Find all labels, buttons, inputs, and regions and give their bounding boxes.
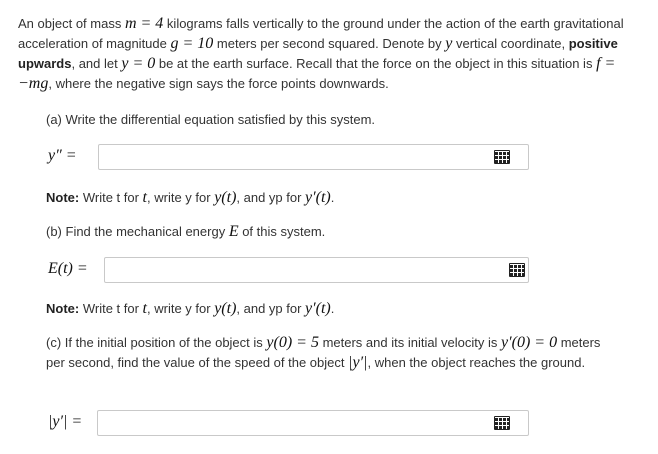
part-b-answer-input[interactable] [104,257,529,283]
prompt-text: (b) Find the mechanical energy [46,224,229,239]
note-label: Note: [46,190,80,205]
intro-text: , and let [71,56,122,71]
part-b-note: Note: Write t for t, write y for y(t), a… [46,299,616,319]
prompt-text: meters and its initial velocity is [318,335,502,350]
keyboard-icon[interactable] [509,263,525,277]
prompt-text: , when the object reaches the ground. [367,355,586,370]
part-b-prompt: (b) Find the mechanical energy E of this… [46,222,616,242]
keyboard-icon[interactable] [494,150,510,164]
note-text: , write y for [147,190,215,205]
note-text: , write y for [147,301,215,316]
math-y-zero: y = 0 [121,55,156,72]
math-initial-position: y(0) = 5 [266,334,319,351]
note-text: . [330,190,335,205]
part-b-label: E(t) = [48,260,88,277]
keyboard-icon[interactable] [494,416,510,430]
math-y-prime-of-t: y′(t) [305,300,331,317]
part-c-label: |y′| = [48,413,83,430]
math-y-of-t: y(t) [214,300,237,317]
math-y-prime-of-t: y′(t) [305,189,331,206]
math-speed: |y′| [348,354,368,371]
part-c-prompt: (c) If the initial position of the objec… [46,333,616,373]
note-text: , and yp for [236,301,306,316]
intro-text: vertical coordinate, [452,36,569,51]
part-a-answer-input[interactable] [98,144,529,170]
intro-text: An object of mass [18,16,125,31]
intro-text: be at the earth surface. Recall that the… [155,56,597,71]
intro-text: , where the negative sign says the force… [48,76,389,91]
math-E: E [228,223,239,240]
part-a-label: y″ = [48,147,77,164]
problem-statement: An object of mass m = 4 kilograms falls … [18,14,628,94]
note-text: Write t for [79,190,143,205]
prompt-text: of this system. [238,224,326,239]
math-initial-velocity: y′(0) = 0 [501,334,558,351]
note-label: Note: [46,301,80,316]
intro-text: meters per second squared. Denote by [213,36,446,51]
math-y-of-t: y(t) [214,189,237,206]
note-text: Write t for [79,301,143,316]
prompt-text: (c) If the initial position of the objec… [46,335,267,350]
note-text: , and yp for [236,190,306,205]
part-c-answer-input[interactable] [97,410,529,436]
part-a-prompt: (a) Write the differential equation sati… [46,112,376,127]
note-text: . [330,301,335,316]
math-gravity: g = 10 [170,35,214,52]
math-mass: m = 4 [124,15,164,32]
part-a-note: Note: Write t for t, write y for y(t), a… [46,188,616,208]
